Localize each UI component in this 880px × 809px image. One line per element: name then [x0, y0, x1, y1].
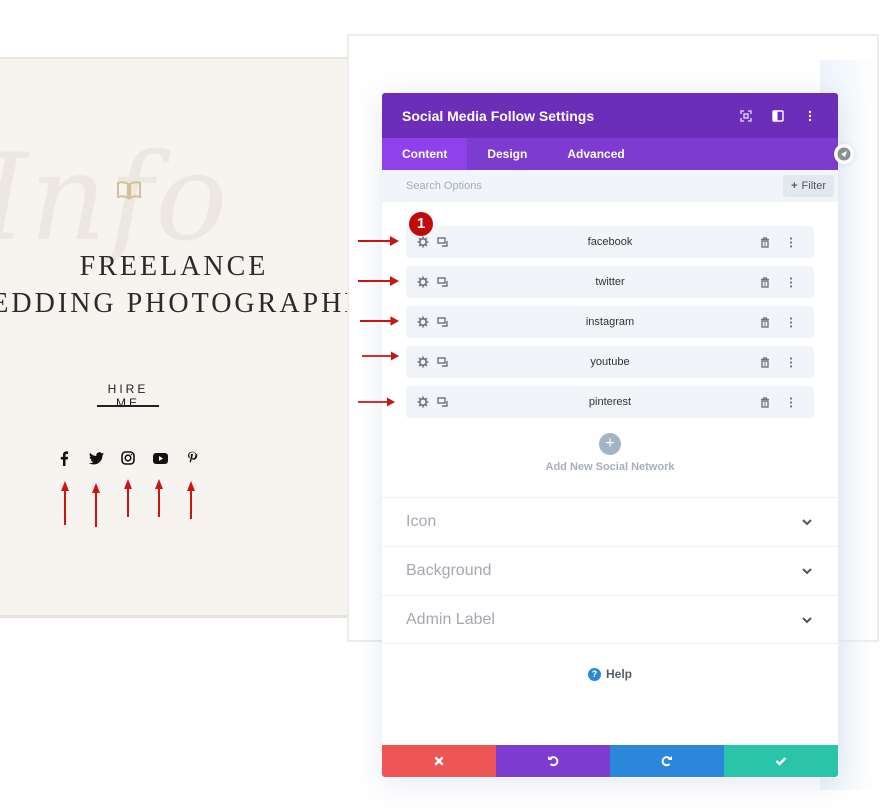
- trash-icon[interactable]: [758, 355, 772, 369]
- redo-button[interactable]: [610, 745, 724, 777]
- network-label: youtube: [590, 356, 630, 368]
- network-label: instagram: [585, 316, 635, 328]
- trash-icon[interactable]: [758, 235, 772, 249]
- annotation-arrow-right: [358, 397, 396, 407]
- decorative-script-text: Info: [0, 129, 230, 268]
- pinterest-icon[interactable]: [184, 450, 200, 466]
- close-icon: [434, 756, 444, 766]
- annotation-badge: 1: [409, 212, 433, 236]
- social-network-list: facebook twitter instagram youtube pinte…: [406, 226, 814, 426]
- annotation-arrow-right: [358, 276, 399, 286]
- undo-icon: [548, 756, 559, 767]
- book-icon: [117, 181, 141, 200]
- duplicate-icon[interactable]: [436, 235, 450, 249]
- save-button[interactable]: [724, 745, 838, 777]
- youtube-icon[interactable]: [152, 450, 168, 466]
- section-label: Icon: [406, 513, 437, 530]
- social-network-item[interactable]: pinterest: [406, 386, 814, 418]
- tab-design[interactable]: Design: [467, 138, 547, 170]
- annotation-arrow-up: [155, 479, 163, 517]
- annotation-arrow-right: [360, 316, 400, 326]
- instagram-icon[interactable]: [120, 450, 136, 466]
- more-icon[interactable]: [784, 315, 798, 329]
- help-link[interactable]: ? Help: [382, 667, 838, 681]
- gear-icon[interactable]: [416, 395, 430, 409]
- undo-button[interactable]: [496, 745, 610, 777]
- gear-icon[interactable]: [416, 275, 430, 289]
- facebook-icon[interactable]: [56, 450, 72, 466]
- chevron-down-icon: [802, 616, 812, 623]
- add-network-label[interactable]: Add New Social Network: [382, 461, 838, 473]
- section-icon[interactable]: Icon: [382, 497, 838, 546]
- duplicate-icon[interactable]: [436, 275, 450, 289]
- filter-label: Filter: [801, 180, 826, 192]
- check-icon: [775, 757, 787, 766]
- redo-icon: [661, 756, 672, 767]
- cancel-button[interactable]: [382, 745, 496, 777]
- filter-button[interactable]: + Filter: [783, 175, 834, 197]
- duplicate-icon[interactable]: [436, 355, 450, 369]
- plus-icon: +: [791, 180, 798, 192]
- annotation-arrow-up: [92, 483, 100, 527]
- duplicate-icon[interactable]: [436, 395, 450, 409]
- help-label: Help: [605, 667, 632, 681]
- network-label: facebook: [587, 236, 633, 248]
- annotation-arrow-up: [124, 479, 132, 517]
- section-admin-label[interactable]: Admin Label: [382, 595, 838, 644]
- help-icon: ?: [587, 667, 601, 681]
- modal-title: Social Media Follow Settings: [402, 107, 595, 124]
- expand-icon[interactable]: [738, 108, 754, 124]
- annotation-arrow-up: [187, 481, 195, 519]
- tab-bar: Content Design Advanced: [382, 138, 838, 170]
- chevron-down-icon: [802, 519, 812, 526]
- trash-icon[interactable]: [758, 315, 772, 329]
- section-background[interactable]: Background: [382, 546, 838, 595]
- twitter-icon[interactable]: [88, 450, 104, 466]
- network-label: pinterest: [588, 396, 632, 408]
- more-icon[interactable]: [784, 235, 798, 249]
- network-label: twitter: [595, 276, 625, 288]
- trash-icon[interactable]: [758, 275, 772, 289]
- more-icon[interactable]: [784, 275, 798, 289]
- social-network-item[interactable]: twitter: [406, 266, 814, 298]
- modal-header: Social Media Follow Settings: [382, 93, 838, 138]
- search-row: + Filter: [382, 170, 838, 202]
- annotation-arrow-up: [61, 481, 69, 525]
- tab-content[interactable]: Content: [382, 138, 468, 170]
- chevron-down-icon: [802, 568, 812, 575]
- modal-footer: [382, 745, 838, 777]
- social-network-item[interactable]: facebook: [406, 226, 814, 258]
- trash-icon[interactable]: [758, 395, 772, 409]
- annotation-arrow-right: [358, 236, 399, 246]
- tab-advanced[interactable]: Advanced: [547, 138, 644, 170]
- page-preview: Info FREELANCE WEDDING PHOTOGRAPHER HIRE…: [0, 57, 348, 618]
- add-network-area: + Add New Social Network: [382, 433, 838, 473]
- section-label: Background: [406, 562, 492, 579]
- search-options-input[interactable]: [406, 180, 784, 192]
- social-network-item[interactable]: instagram: [406, 306, 814, 338]
- settings-modal: Social Media Follow Settings Content Des…: [382, 93, 838, 778]
- more-options-icon[interactable]: [802, 108, 818, 124]
- social-network-item[interactable]: youtube: [406, 346, 814, 378]
- gear-icon[interactable]: [416, 235, 430, 249]
- section-label: Admin Label: [406, 610, 495, 628]
- floating-module-icon[interactable]: [834, 144, 854, 164]
- more-icon[interactable]: [784, 355, 798, 369]
- add-network-button[interactable]: +: [599, 433, 621, 455]
- more-icon[interactable]: [784, 395, 798, 409]
- headline-line-1: FREELANCE: [79, 251, 269, 282]
- hire-me-underline: [97, 405, 159, 407]
- annotation-arrow-right: [362, 351, 400, 361]
- duplicate-icon[interactable]: [436, 315, 450, 329]
- split-view-icon[interactable]: [770, 108, 786, 124]
- gear-icon[interactable]: [416, 355, 430, 369]
- headline-line-2: WEDDING PHOTOGRAPHER: [0, 288, 348, 319]
- gear-icon[interactable]: [416, 315, 430, 329]
